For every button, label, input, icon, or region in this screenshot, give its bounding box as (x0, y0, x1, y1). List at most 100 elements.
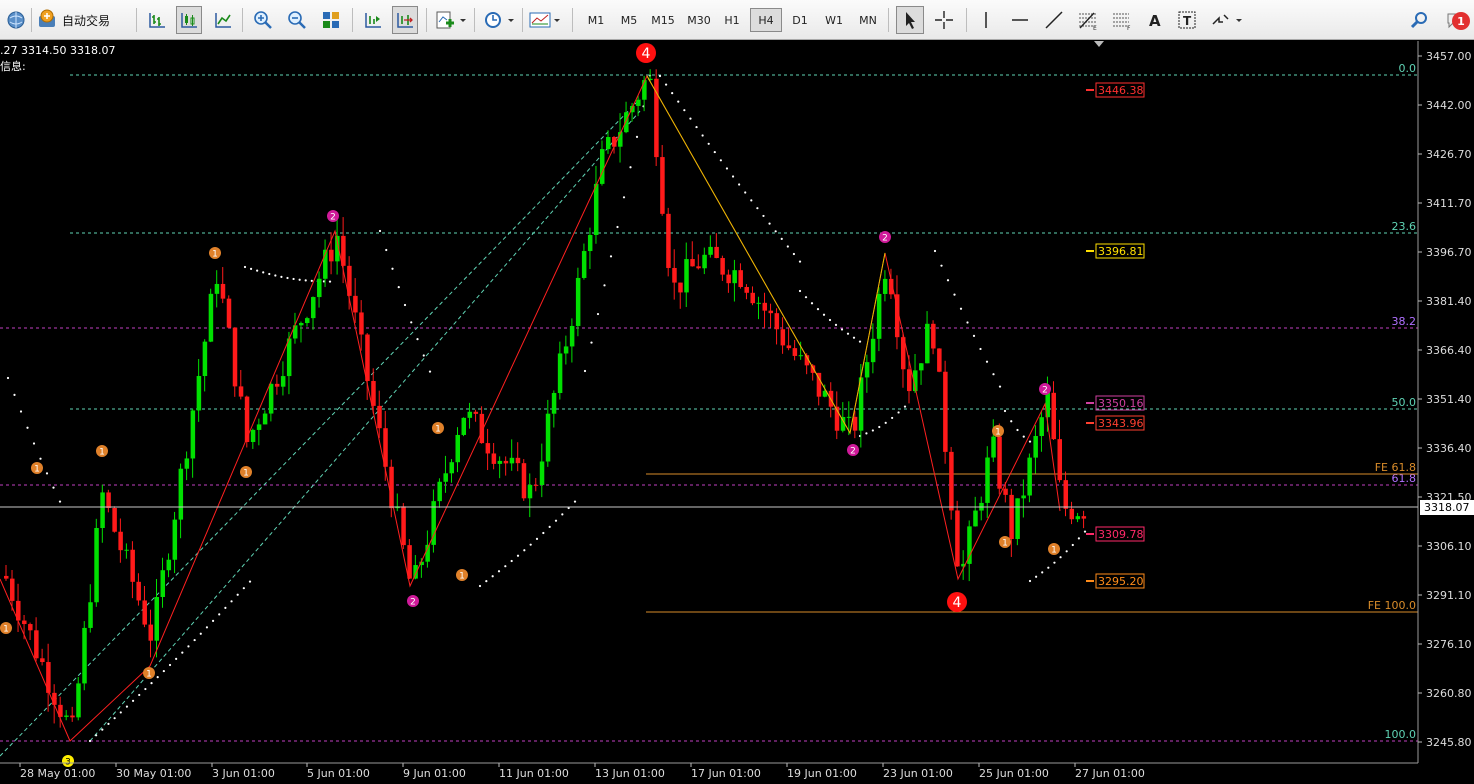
time-axis-label: 27 Jun 01:00 (1075, 767, 1145, 780)
candlestick-icon[interactable] (176, 6, 202, 34)
zoom-in-icon[interactable] (250, 6, 276, 34)
sar-dot (248, 580, 252, 583)
main-toolbar: 自动交易 M1 M5 M15 M30 H1 H4 D1 W1 MN E F A … (0, 0, 1474, 40)
timeframe-m1[interactable]: M1 (580, 8, 612, 32)
chart-window[interactable]: 0.0 23.6 38.2 50.0 61.8 100.0 FE 61.8 FE 100.0 … (0, 41, 1474, 784)
fibo-expansion-icon[interactable]: F (1108, 6, 1136, 34)
sar-dot (548, 525, 551, 529)
sar-dot (391, 267, 394, 270)
sar-dot (162, 669, 165, 673)
timeframe-m30[interactable]: M30 (682, 8, 716, 32)
bear-candle (690, 259, 695, 267)
timeframe-m5[interactable]: M5 (613, 8, 645, 32)
autotrade-button[interactable]: 自动交易 (36, 8, 110, 32)
cursor-icon[interactable] (896, 6, 924, 34)
text-icon[interactable]: A (1142, 6, 1168, 34)
periods-icon[interactable] (480, 6, 518, 34)
sar-dot (750, 199, 753, 202)
bull-candle (154, 596, 159, 641)
text-label-icon[interactable]: T (1174, 6, 1200, 34)
sar-dot (187, 645, 190, 648)
bear-candle (220, 283, 226, 299)
sar-dot (113, 717, 116, 720)
bear-candle (1009, 494, 1014, 540)
bull-candle (581, 251, 587, 278)
sar-dot (131, 699, 135, 702)
sar-dot (786, 245, 789, 248)
bear-candle (401, 506, 406, 546)
bull-candle (864, 362, 870, 378)
crosshair-icon[interactable] (930, 6, 958, 34)
sar-dot (683, 109, 686, 112)
price-chart-canvas[interactable]: 0.023.638.250.061.8100.0FE 61.8FE 100.0 … (0, 41, 1474, 784)
bull-candle (870, 338, 876, 363)
globe-icon[interactable] (4, 6, 28, 34)
sar-dot (422, 354, 425, 357)
tile-windows-icon[interactable] (318, 6, 344, 34)
bear-candle (52, 692, 57, 705)
bull-candle (467, 411, 473, 418)
sar-dot (156, 676, 159, 679)
bar-chart-icon[interactable] (144, 6, 170, 34)
sar-dot (268, 272, 271, 276)
chat-icon[interactable]: 1 (1442, 6, 1472, 34)
sar-dot (107, 722, 110, 725)
zoom-out-icon[interactable] (284, 6, 310, 34)
sar-dot (378, 229, 382, 233)
arrows-icon[interactable] (1208, 6, 1248, 34)
trendline-icon[interactable] (1040, 6, 1068, 34)
sar-dot (211, 619, 215, 622)
price-axis-label: 3245.80 (1426, 736, 1472, 749)
bear-candle (232, 327, 238, 387)
fib-level-label: 38.2 (1392, 315, 1417, 328)
bear-candle (226, 298, 232, 328)
bear-candle (70, 715, 75, 718)
sar-dot (966, 321, 969, 324)
timeframe-mn[interactable]: MN (852, 8, 884, 32)
chart-shift-icon[interactable] (360, 6, 386, 34)
templates-icon[interactable] (526, 6, 564, 34)
bear-candle (407, 545, 412, 579)
bear-candle (1081, 516, 1087, 519)
bull-candle (539, 461, 545, 486)
sar-dot (39, 457, 42, 460)
bull-candle (624, 112, 629, 133)
bull-candle (184, 458, 190, 469)
svg-text:A: A (1149, 12, 1161, 30)
sar-dot (58, 500, 62, 503)
bear-candle (148, 624, 153, 641)
timeframe-m15[interactable]: M15 (646, 8, 680, 32)
timeframe-h4[interactable]: H4 (750, 8, 782, 32)
wave-label: 1 (99, 448, 105, 458)
sar-dot (243, 265, 247, 269)
autoscroll-icon[interactable] (392, 6, 418, 34)
bear-candle (672, 267, 677, 283)
horizontal-line-icon[interactable] (1006, 6, 1034, 34)
sar-dot (428, 370, 432, 373)
sar-dot (816, 308, 820, 311)
time-axis-label: 17 Jun 01:00 (691, 767, 761, 780)
bear-candle (997, 436, 1002, 489)
sar-dot (609, 255, 613, 258)
vertical-line-icon[interactable] (972, 6, 1000, 34)
sar-dot (218, 613, 221, 616)
timeframe-d1[interactable]: D1 (784, 8, 816, 32)
bear-candle (666, 213, 671, 268)
bear-candle (329, 249, 334, 262)
bull-candle (317, 278, 322, 298)
bull-candle (64, 715, 69, 717)
bear-candle (949, 451, 954, 511)
bull-candle (286, 338, 292, 377)
search-icon[interactable] (1406, 6, 1432, 34)
bear-candle (852, 416, 858, 431)
sar-dot (756, 207, 759, 210)
fibonacci-icon[interactable]: E (1074, 6, 1102, 34)
timeframe-h1[interactable]: H1 (716, 8, 748, 32)
sar-dot (150, 682, 153, 685)
timeframe-w1[interactable]: W1 (818, 8, 850, 32)
indicators-icon[interactable] (432, 6, 470, 34)
wave-label: 1 (435, 425, 441, 435)
price-axis-label: 3366.40 (1426, 344, 1472, 357)
sar-dot (1022, 435, 1025, 438)
line-chart-icon[interactable] (210, 6, 236, 34)
